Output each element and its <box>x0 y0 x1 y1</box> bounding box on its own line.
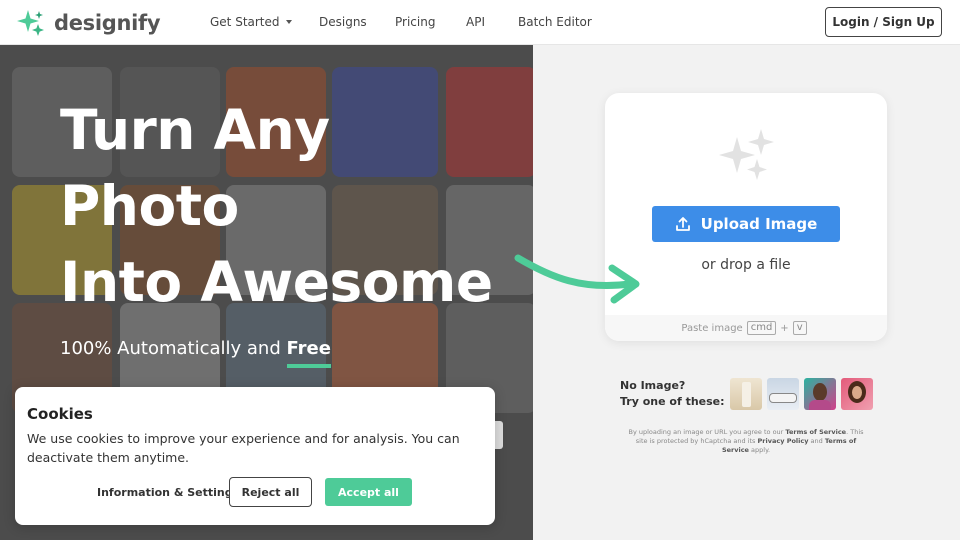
sample-prompt-line-2: Try one of these: <box>620 395 725 408</box>
hero-subtitle-prefix: 100% Automatically and <box>60 338 287 359</box>
sparkles-icon <box>719 129 774 180</box>
cookie-information-settings-link[interactable]: Information & Settings <box>97 486 239 499</box>
logo-text: designify <box>54 11 161 35</box>
kbd-v: v <box>792 321 807 335</box>
sample-prompt-line-1: No Image? <box>620 379 686 392</box>
terms-text-part-4: apply. <box>748 446 771 454</box>
terms-text: By uploading an image or URL you agree t… <box>624 428 868 455</box>
upload-icon <box>675 217 690 231</box>
sample-thumbnail-man[interactable] <box>804 378 836 410</box>
sample-thumbnail-car[interactable] <box>767 378 799 410</box>
paste-label: Paste image <box>681 322 743 334</box>
hero-subtitle-free: Free <box>286 338 331 359</box>
cookie-title: Cookies <box>27 405 93 423</box>
cookie-description: We use cookies to improve your experienc… <box>27 431 460 465</box>
paste-hint: Paste image cmd + v <box>605 315 887 341</box>
caret-down-icon <box>285 19 292 24</box>
nav-pricing[interactable]: Pricing <box>395 15 435 29</box>
cookie-banner: Cookies We use cookies to improve your e… <box>15 387 495 525</box>
terms-of-service-link[interactable]: Terms of Service <box>785 428 846 436</box>
sample-thumbnail-bottle[interactable] <box>730 378 762 410</box>
nav-get-started[interactable]: Get Started <box>210 15 292 29</box>
upload-image-label: Upload Image <box>700 215 818 233</box>
accept-all-button[interactable]: Accept all <box>325 478 412 506</box>
sample-prompt: No Image? Try one of these: <box>620 378 725 410</box>
logo[interactable]: designify <box>16 8 161 38</box>
upload-image-button[interactable]: Upload Image <box>652 206 840 242</box>
hero-title-line-3: Into Awesome <box>60 250 493 314</box>
site-header: designify Get Started Designs Pricing AP… <box>0 0 960 45</box>
side-tab <box>495 421 503 449</box>
login-signup-button[interactable]: Login / Sign Up <box>825 7 942 37</box>
hero-title-line-1: Turn Any <box>60 98 330 162</box>
terms-text-part-1: By uploading an image or URL you agree t… <box>628 428 786 436</box>
hero-title: Turn Any Photo Into Awesome <box>60 92 493 320</box>
upload-card[interactable]: Upload Image or drop a file Paste image … <box>605 93 887 341</box>
hero-subtitle: 100% Automatically and Free <box>60 338 331 359</box>
hero-title-line-2: Photo <box>60 174 239 238</box>
sample-thumbnail-woman[interactable] <box>841 378 873 410</box>
nav-api[interactable]: API <box>466 15 485 29</box>
reject-all-button[interactable]: Reject all <box>229 477 312 507</box>
privacy-policy-link[interactable]: Privacy Policy <box>758 437 809 445</box>
nav-get-started-label: Get Started <box>210 15 280 29</box>
drop-file-text: or drop a file <box>701 257 791 273</box>
paste-plus: + <box>780 322 789 334</box>
sparkle-logo-icon <box>17 10 44 36</box>
nav-designs[interactable]: Designs <box>319 15 367 29</box>
terms-text-part-3: and <box>808 437 825 445</box>
nav-batch-editor[interactable]: Batch Editor <box>518 15 592 29</box>
green-arrow-icon <box>514 254 640 304</box>
kbd-cmd: cmd <box>746 321 777 335</box>
